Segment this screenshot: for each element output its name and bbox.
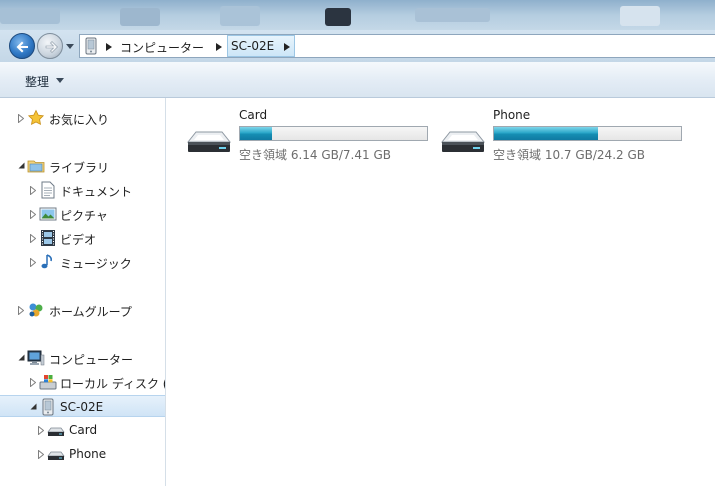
recent-pages-dropdown-icon[interactable] bbox=[65, 41, 75, 51]
content-pane: Card 空き領域 6.14 GB/7.41 GB Phone 空き領域 10.… bbox=[167, 98, 715, 486]
expand-arrow-icon[interactable] bbox=[38, 450, 44, 459]
nav-item-phone[interactable]: Phone bbox=[0, 443, 165, 465]
nav-label: ビデオ bbox=[60, 233, 97, 247]
capacity-bar bbox=[239, 126, 428, 141]
window-title-bar bbox=[0, 0, 715, 34]
address-row: コンピューター SC-02E bbox=[0, 30, 715, 62]
free-space-text: 空き領域 6.14 GB/7.41 GB bbox=[239, 148, 391, 162]
nav-label: ピクチャ bbox=[60, 209, 108, 223]
command-bar: 整理 bbox=[0, 62, 715, 98]
nav-item-homegroup[interactable]: ホームグループ bbox=[0, 299, 165, 321]
drive-name: Phone bbox=[493, 108, 531, 122]
expand-arrow-icon[interactable] bbox=[30, 378, 36, 387]
blurred-title-area bbox=[120, 8, 160, 26]
star-icon bbox=[27, 109, 45, 126]
nav-item-documents[interactable]: ドキュメント bbox=[0, 179, 165, 201]
back-button[interactable] bbox=[9, 33, 35, 59]
nav-item-computer[interactable]: コンピューター bbox=[0, 347, 165, 369]
blurred-title-area bbox=[325, 8, 351, 26]
breadcrumb-arrow-icon[interactable] bbox=[216, 43, 222, 51]
nav-label: コンピューター bbox=[49, 353, 134, 367]
drive-tile-card[interactable]: Card 空き領域 6.14 GB/7.41 GB bbox=[185, 106, 435, 166]
expand-arrow-icon[interactable] bbox=[38, 426, 44, 435]
blurred-title-area bbox=[415, 8, 490, 22]
expand-arrow-icon[interactable] bbox=[18, 306, 24, 315]
breadcrumb-arrow-icon[interactable] bbox=[106, 43, 112, 51]
nav-label: お気に入り bbox=[49, 113, 110, 127]
nav-item-music[interactable]: ミュージック bbox=[0, 251, 165, 273]
collapse-arrow-icon[interactable] bbox=[18, 354, 25, 361]
nav-item-card[interactable]: Card bbox=[0, 419, 165, 441]
breadcrumb-computer[interactable]: コンピューター bbox=[120, 39, 204, 56]
nav-item-videos[interactable]: ビデオ bbox=[0, 227, 165, 249]
nav-item-sc02e[interactable]: SC-02E bbox=[0, 395, 165, 417]
nav-item-libraries[interactable]: ライブラリ bbox=[0, 155, 165, 177]
navigation-pane: お気に入り ライブラリ ドキュメント ピクチャ ビデオ ミュージック ホームグル… bbox=[0, 98, 166, 486]
free-space-text: 空き領域 10.7 GB/24.2 GB bbox=[493, 148, 645, 162]
computer-icon bbox=[27, 350, 45, 366]
arrow-left-icon bbox=[16, 41, 28, 53]
address-bar[interactable]: コンピューター SC-02E bbox=[79, 34, 715, 58]
blurred-title-area bbox=[620, 6, 660, 26]
nav-label: ドキュメント bbox=[60, 185, 133, 199]
nav-label: Card bbox=[69, 423, 98, 437]
collapse-arrow-icon[interactable] bbox=[18, 162, 25, 169]
breadcrumb-arrow-icon[interactable] bbox=[284, 43, 290, 51]
nav-label: SC-02E bbox=[60, 400, 104, 414]
library-folder-icon bbox=[27, 160, 45, 173]
drive-icon bbox=[186, 131, 232, 152]
forward-button[interactable] bbox=[37, 33, 63, 59]
document-icon bbox=[41, 181, 55, 199]
expand-arrow-icon[interactable] bbox=[30, 210, 36, 219]
phone-device-icon bbox=[85, 37, 97, 55]
expand-arrow-icon[interactable] bbox=[30, 234, 36, 243]
arrow-right-icon bbox=[45, 41, 58, 53]
drive-name: Card bbox=[239, 108, 268, 122]
windows-disk-icon bbox=[39, 375, 57, 390]
organize-menu-button[interactable]: 整理 bbox=[25, 73, 49, 90]
drive-icon bbox=[440, 131, 486, 152]
breadcrumb-device[interactable]: SC-02E bbox=[231, 39, 274, 53]
expand-arrow-icon[interactable] bbox=[18, 114, 24, 123]
collapse-arrow-icon[interactable] bbox=[30, 403, 37, 410]
capacity-bar bbox=[493, 126, 682, 141]
capacity-bar-fill bbox=[240, 127, 272, 140]
blurred-title-area bbox=[0, 8, 60, 24]
drive-icon bbox=[47, 427, 65, 436]
nav-label: ライブラリ bbox=[49, 161, 110, 175]
drive-tile-phone[interactable]: Phone 空き領域 10.7 GB/24.2 GB bbox=[439, 106, 689, 166]
expand-arrow-icon[interactable] bbox=[30, 258, 36, 267]
nav-label: Phone bbox=[69, 447, 107, 461]
drive-icon bbox=[47, 451, 65, 460]
expand-arrow-icon[interactable] bbox=[30, 186, 36, 195]
nav-item-favorites[interactable]: お気に入り bbox=[0, 107, 165, 129]
capacity-bar-fill bbox=[494, 127, 599, 140]
nav-item-pictures[interactable]: ピクチャ bbox=[0, 203, 165, 225]
blurred-title-area bbox=[220, 6, 260, 26]
phone-device-icon bbox=[42, 398, 54, 416]
chevron-down-icon[interactable] bbox=[56, 78, 64, 83]
film-strip-icon bbox=[41, 230, 55, 246]
nav-item-local-disk[interactable]: ローカル ディスク ( bbox=[0, 371, 166, 393]
homegroup-icon bbox=[29, 303, 43, 317]
nav-label: ホームグループ bbox=[49, 305, 132, 319]
nav-label: ミュージック bbox=[60, 257, 132, 271]
pictures-icon bbox=[39, 207, 57, 221]
music-note-icon bbox=[41, 254, 52, 269]
nav-label: ローカル ディスク ( bbox=[60, 377, 166, 391]
